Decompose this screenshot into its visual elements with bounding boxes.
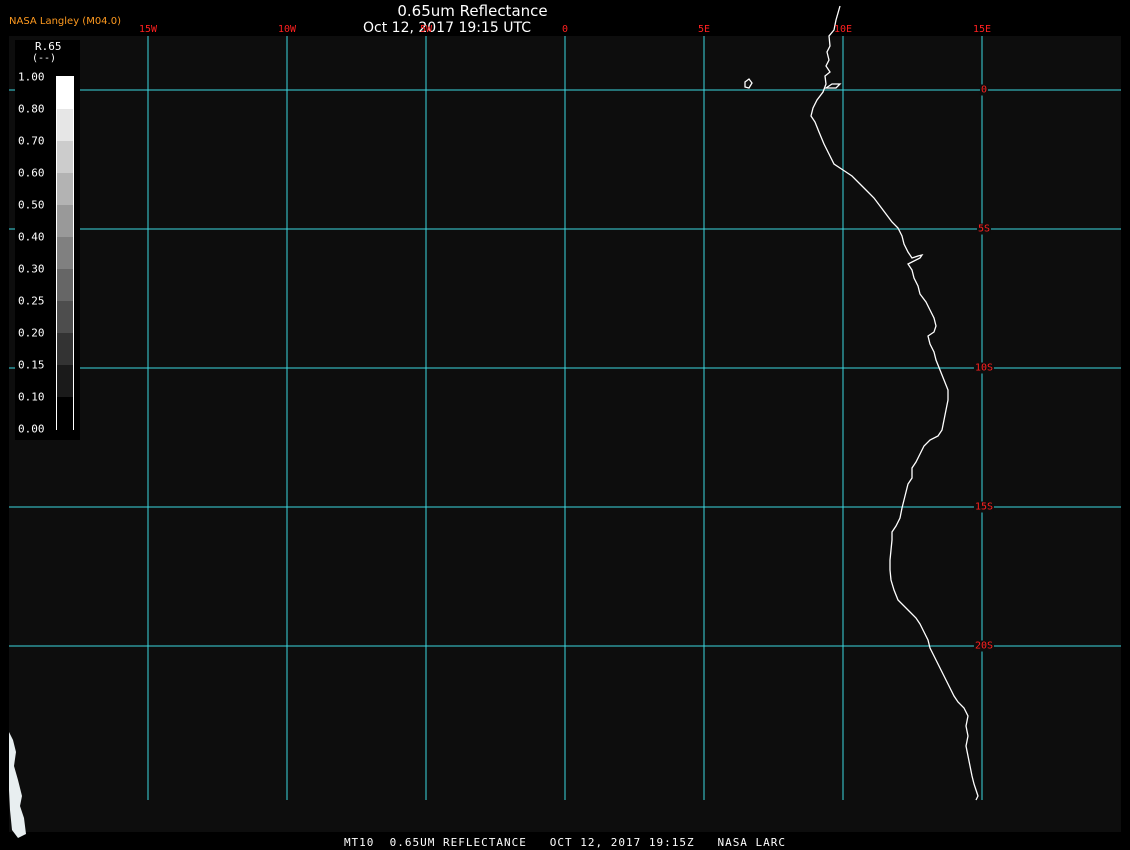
legend-tick-label: 0.10: [18, 390, 45, 404]
legend-swatch: [57, 237, 73, 270]
graticule: [9, 36, 1121, 800]
latitude-label: 10S: [973, 362, 995, 374]
legend-tick-label: 0.20: [18, 326, 45, 340]
legend-swatch: [57, 269, 73, 302]
footer-caption: MT10 0.65UM REFLECTANCE OCT 12, 2017 19:…: [343, 836, 787, 849]
legend-tick-label: 0.15: [18, 358, 45, 372]
legend-tick-label: 0.50: [18, 198, 45, 212]
legend-swatch: [57, 173, 73, 206]
legend-swatch: [57, 109, 73, 142]
legend-swatch: [57, 365, 73, 398]
legend-swatch: [57, 141, 73, 174]
coastline-africa-west: [810, 5, 979, 801]
longitude-label: 5E: [697, 24, 711, 35]
legend-swatch: [57, 301, 73, 334]
legend-swatch: [57, 333, 73, 366]
legend-swatch: [57, 77, 73, 110]
cloud-fragment: [9, 732, 26, 838]
legend-tick-label: 0.70: [18, 134, 45, 148]
latitude-label: 0: [979, 84, 989, 96]
legend-tick-label: 0.60: [18, 166, 45, 180]
legend-tick-label: 1.00: [18, 70, 45, 84]
legend-colorbar: [56, 76, 74, 430]
map-overlay: [9, 5, 1121, 838]
latitude-label: 5S: [976, 223, 992, 235]
legend-tick-label: 0.30: [18, 262, 45, 276]
legend-tick-label: 0.00: [18, 422, 45, 436]
legend-unit: (--): [32, 53, 57, 64]
legend-swatch: [57, 397, 73, 430]
longitude-label: 10E: [833, 24, 853, 35]
legend-tick-label: 0.25: [18, 294, 45, 308]
coastline-gulf-inlet: [823, 83, 842, 89]
latitude-label: 15S: [973, 501, 995, 513]
longitude-label: 5W: [419, 24, 433, 35]
legend-variable: R.65: [35, 40, 62, 53]
coastline-bioko-island: [744, 78, 753, 89]
satellite-image-viewer: NASA Langley (M04.0) 0.65um Reflectance …: [0, 0, 1130, 850]
legend-swatch: [57, 205, 73, 238]
longitude-label: 10W: [277, 24, 297, 35]
edge-cloud-fragment: [9, 732, 26, 838]
longitude-label: 15E: [972, 24, 992, 35]
color-legend: R.65 (--) 1.00 0.80 0.70 0.60 0.50 0.40 0.30 0.…: [15, 40, 80, 440]
legend-tick-label: 0.80: [18, 102, 45, 116]
legend-tick-label: 0.40: [18, 230, 45, 244]
latitude-label: 20S: [973, 640, 995, 652]
longitude-label: 15W: [138, 24, 158, 35]
longitude-label: 0: [561, 24, 569, 35]
coastline: [744, 5, 979, 801]
